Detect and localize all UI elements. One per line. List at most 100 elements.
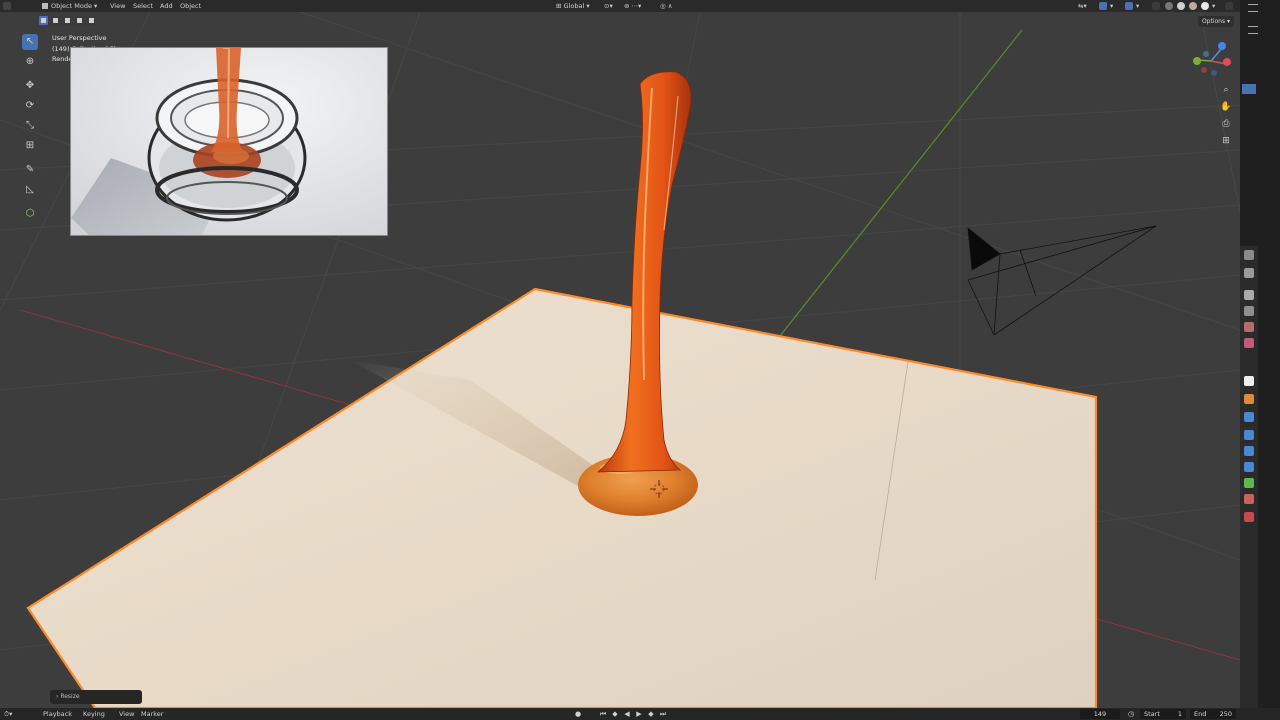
options-button[interactable]: Options ▾ — [1198, 16, 1234, 27]
chevron-down-icon: ▾ — [1136, 2, 1140, 10]
camera-object-icon[interactable] — [967, 225, 1157, 336]
pivot-point-button[interactable]: ⊙▾ — [604, 0, 613, 12]
select-invert-icon — [77, 18, 82, 23]
record-button[interactable]: ● — [573, 709, 583, 719]
proportional-edit-button[interactable]: ◎ ∧ — [660, 0, 673, 12]
jump-start-button[interactable]: ⏮ — [598, 709, 608, 719]
scale-tool[interactable]: ⤡ — [22, 118, 38, 134]
shading-dropdown[interactable]: ▾ — [1212, 0, 1215, 12]
cursor-tool[interactable]: ⊕ — [22, 54, 38, 70]
mode-label: Object Mode — [51, 2, 92, 10]
overlays-dropdown[interactable]: ▾ — [1136, 0, 1139, 12]
rendered-shading-icon[interactable] — [1201, 2, 1209, 10]
transform-tool[interactable]: ⊞ — [22, 138, 38, 154]
transform-orientation-selector[interactable]: ⊞ Global ▾ — [556, 0, 590, 12]
y-axis-line — [779, 29, 1023, 337]
select-intersect-button[interactable] — [86, 15, 97, 26]
menu-marker[interactable]: Marker — [141, 708, 163, 720]
mode-selector[interactable]: Object Mode ▾ — [42, 0, 97, 12]
properties-tabs — [1240, 246, 1258, 708]
wireframe-shading-icon[interactable] — [1165, 2, 1173, 10]
timeline-editor-icon[interactable]: ⏱▾ — [4, 708, 12, 720]
constraints-icon[interactable] — [1244, 462, 1254, 472]
menu-icon[interactable] — [1248, 26, 1258, 34]
ortho-toggle-button[interactable]: ⊞ — [1220, 135, 1232, 147]
zoom-button[interactable]: ⌕ — [1220, 84, 1232, 96]
magnet-icon: ⊚ ⋯▾ — [624, 2, 642, 10]
tool-icon[interactable] — [1244, 250, 1254, 260]
data-icon[interactable] — [1244, 478, 1254, 488]
move-tool[interactable]: ✥ — [22, 78, 38, 94]
start-frame-field[interactable]: Start 1 — [1140, 709, 1186, 719]
rotate-icon: ⟳ — [25, 100, 35, 111]
chevron-down-icon: ▾ — [584, 2, 590, 10]
axis-gizmo-icon — [1193, 42, 1231, 76]
material-shading-icon[interactable] — [1189, 2, 1197, 10]
navigation-gizmo[interactable] — [1186, 36, 1236, 86]
view-layer-icon[interactable] — [1244, 306, 1254, 316]
next-keyframe-button[interactable]: ◆ — [646, 709, 656, 719]
pan-button[interactable]: ✋ — [1220, 101, 1232, 113]
world-icon[interactable] — [1244, 338, 1254, 348]
xray-icon[interactable] — [1152, 2, 1160, 10]
annotate-tool[interactable]: ✎ — [22, 162, 38, 178]
snap-button[interactable]: ⊚ ⋯▾ — [624, 0, 641, 12]
pause-icon[interactable] — [1225, 2, 1233, 10]
gizmo-toggle-icon[interactable] — [1099, 2, 1107, 10]
gizmo-dropdown[interactable]: ▾ — [1110, 0, 1113, 12]
menu-icon[interactable] — [1248, 4, 1258, 12]
menu-keying[interactable]: Keying — [83, 708, 105, 720]
selected-plane[interactable] — [26, 287, 1098, 708]
menu-playback[interactable]: Playback — [43, 708, 72, 720]
orientation-icon: ⊞ — [556, 2, 564, 10]
select-invert-button[interactable] — [74, 15, 85, 26]
rotate-tool[interactable]: ⟳ — [22, 98, 38, 114]
select-new-button[interactable] — [38, 15, 49, 26]
current-frame-field[interactable]: 149 — [1080, 709, 1120, 719]
measure-tool[interactable]: ◺ — [22, 182, 38, 198]
modifier-icon[interactable] — [1244, 412, 1254, 422]
add-cube-icon: ⬡ — [25, 208, 35, 219]
scene-icon[interactable] — [1244, 322, 1254, 332]
texture-icon[interactable] — [1244, 512, 1254, 522]
editor-type-icon[interactable] — [3, 2, 11, 10]
camera-view-button[interactable]: ⎙ — [1220, 118, 1232, 130]
render-icon[interactable] — [1244, 268, 1254, 278]
jump-end-button[interactable]: ⏭ — [658, 709, 668, 719]
transform-icon: ⊞ — [25, 140, 35, 151]
menu-object[interactable]: Object — [180, 0, 201, 12]
select-extend-button[interactable] — [50, 15, 61, 26]
add-cube-tool[interactable]: ⬡ — [22, 206, 38, 222]
overlays-toggle-icon[interactable] — [1125, 2, 1133, 10]
play-button[interactable]: ▶ — [634, 709, 644, 719]
collection-icon[interactable] — [1244, 376, 1254, 386]
play-reverse-button[interactable]: ◀ — [622, 709, 632, 719]
preview-range-button[interactable]: ◷ — [1126, 709, 1136, 719]
menu-add[interactable]: Add — [160, 0, 173, 12]
select-box-tool[interactable]: ↖ — [22, 34, 38, 50]
measure-icon: ◺ — [26, 184, 34, 195]
active-outliner-row[interactable] — [1242, 84, 1256, 94]
viewport-header: Object Mode ▾ View Select Add Object ⊞ G… — [0, 0, 1240, 12]
particles-icon[interactable] — [1244, 430, 1254, 440]
menu-view[interactable]: View — [110, 0, 125, 12]
visibility-button[interactable]: ⇆▾ — [1078, 0, 1087, 12]
output-icon[interactable] — [1244, 290, 1254, 300]
prev-keyframe-button[interactable]: ◆ — [610, 709, 620, 719]
object-icon[interactable] — [1244, 394, 1254, 404]
select-subtract-icon — [65, 18, 70, 23]
menu-select[interactable]: Select — [133, 0, 153, 12]
object-mode-icon — [42, 3, 48, 9]
scale-icon: ⤡ — [26, 120, 34, 131]
material-icon[interactable] — [1244, 494, 1254, 504]
prev-keyframe-icon: ◆ — [612, 710, 618, 718]
end-frame-field[interactable]: End 250 — [1190, 709, 1236, 719]
physics-icon[interactable] — [1244, 446, 1254, 456]
select-subtract-button[interactable] — [62, 15, 73, 26]
select-new-icon — [41, 18, 46, 23]
solid-shading-icon[interactable] — [1177, 2, 1185, 10]
menu-timeline-view[interactable]: View — [119, 708, 134, 720]
last-operation-panel[interactable]: › Resize — [50, 690, 142, 704]
orientation-label: Global — [563, 2, 585, 10]
play-icon: ▶ — [636, 710, 642, 718]
